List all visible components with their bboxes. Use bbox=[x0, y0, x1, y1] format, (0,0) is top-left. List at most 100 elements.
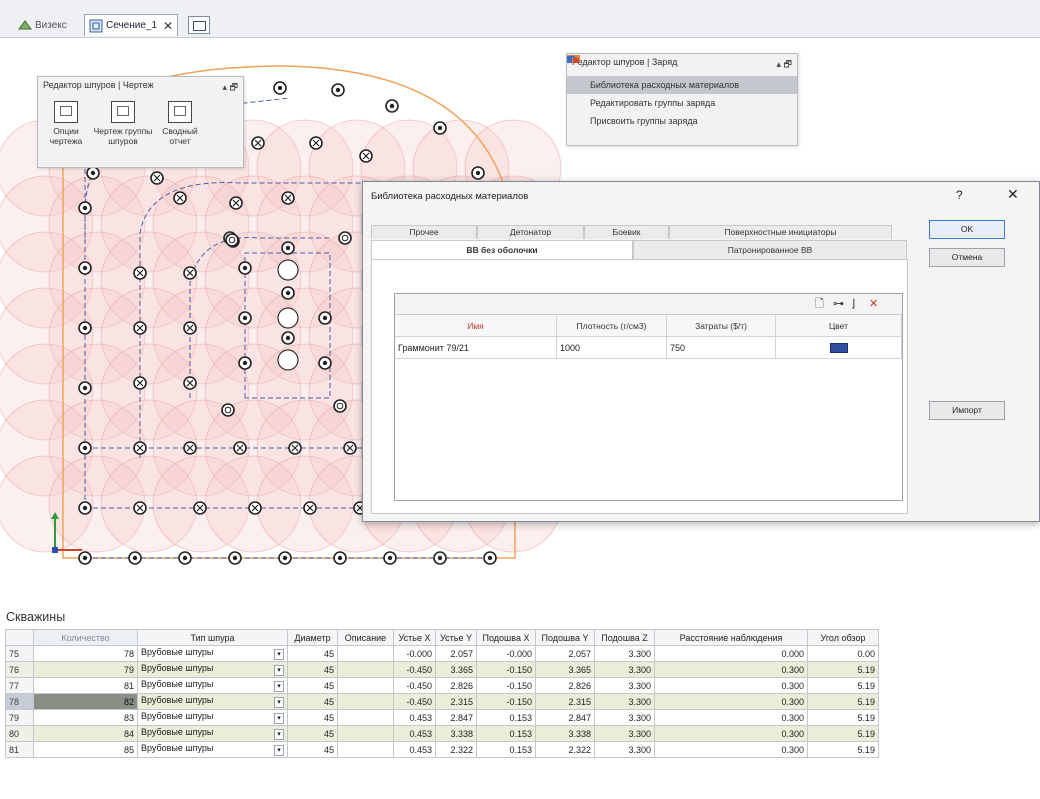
cell-collar-x[interactable]: -0.000 bbox=[393, 645, 436, 662]
import-button[interactable]: Импорт bbox=[929, 401, 1005, 420]
blast-hole[interactable] bbox=[433, 551, 447, 565]
cell-toe-x[interactable]: -0.150 bbox=[476, 693, 536, 710]
cell-count[interactable]: 85 bbox=[33, 741, 138, 758]
blast-hole[interactable] bbox=[86, 166, 100, 180]
cell-hole-type[interactable]: Врубовые шпуры ▾ bbox=[137, 661, 288, 678]
cell-diameter[interactable]: 45 bbox=[287, 709, 338, 726]
cell-hole-type[interactable]: Врубовые шпуры ▾ bbox=[137, 693, 288, 710]
insert-icon[interactable]: ⌋ bbox=[851, 298, 863, 310]
cell-hole-type[interactable]: Врубовые шпуры ▾ bbox=[137, 645, 288, 662]
table-row[interactable]: 81 85 Врубовые шпуры ▾ 45 0.453 2.322 0.153 2.32… bbox=[5, 741, 879, 758]
col-collar-y[interactable]: Устье Y bbox=[435, 629, 477, 646]
blast-hole[interactable] bbox=[471, 166, 485, 180]
table-row[interactable]: 75 78 Врубовые шпуры ▾ 45 -0.000 2.057 -0.000 2.… bbox=[5, 645, 879, 662]
blast-hole[interactable] bbox=[78, 321, 92, 335]
blast-hole[interactable] bbox=[281, 286, 295, 300]
tab-packaged-explosive[interactable]: Патронированное ВВ bbox=[633, 240, 907, 259]
drawing-options-button[interactable]: Опции чертежа bbox=[40, 99, 92, 146]
cell-toe-x[interactable]: 0.153 bbox=[476, 709, 536, 726]
blast-hole[interactable] bbox=[221, 403, 235, 417]
blast-hole[interactable] bbox=[78, 441, 92, 455]
blast-hole[interactable] bbox=[277, 349, 299, 371]
blast-hole[interactable] bbox=[331, 83, 345, 97]
blast-hole[interactable] bbox=[385, 99, 399, 113]
cell-observation-distance[interactable]: 0.300 bbox=[654, 661, 808, 678]
blast-hole[interactable] bbox=[133, 321, 147, 335]
cell-view-angle[interactable]: 0.00 bbox=[807, 645, 879, 662]
blast-hole[interactable] bbox=[193, 501, 207, 515]
blast-hole[interactable] bbox=[183, 376, 197, 390]
cell-toe-z[interactable]: 3.300 bbox=[594, 725, 655, 742]
blast-hole[interactable] bbox=[178, 551, 192, 565]
summary-report-button[interactable]: Сводный отчет bbox=[154, 99, 206, 146]
cell-view-angle[interactable]: 5.19 bbox=[807, 709, 879, 726]
blast-hole[interactable] bbox=[343, 441, 357, 455]
cell-count[interactable]: 79 bbox=[33, 661, 138, 678]
cell-diameter[interactable]: 45 bbox=[287, 693, 338, 710]
cell-observation-distance[interactable]: 0.300 bbox=[654, 677, 808, 694]
cell-collar-y[interactable]: 2.826 bbox=[435, 677, 477, 694]
cell-observation-distance[interactable]: 0.000 bbox=[654, 645, 808, 662]
cell-toe-y[interactable]: 2.315 bbox=[535, 693, 595, 710]
group-drawing-button[interactable]: Чертеж группы шпуров bbox=[92, 99, 154, 146]
blast-hole[interactable] bbox=[228, 551, 242, 565]
cell-hole-type[interactable]: Врубовые шпуры ▾ bbox=[137, 709, 288, 726]
blast-hole[interactable] bbox=[183, 321, 197, 335]
cell-toe-y[interactable]: 3.365 bbox=[535, 661, 595, 678]
blast-hole[interactable] bbox=[281, 241, 295, 255]
col-toe-y[interactable]: Подошва Y bbox=[535, 629, 595, 646]
cell-count[interactable]: 78 bbox=[33, 645, 138, 662]
cell-collar-y[interactable]: 2.057 bbox=[435, 645, 477, 662]
cell-cost[interactable]: 750 bbox=[667, 337, 776, 359]
blast-hole[interactable] bbox=[333, 399, 347, 413]
grid-row[interactable]: Граммонит 79/21 1000 750 bbox=[395, 337, 902, 359]
dropdown-arrow-icon[interactable]: ▾ bbox=[274, 745, 284, 756]
cell-toe-y[interactable]: 3.338 bbox=[535, 725, 595, 742]
table-row[interactable]: 76 79 Врубовые шпуры ▾ 45 -0.450 3.365 -0.150 3.… bbox=[5, 661, 879, 678]
cell-toe-z[interactable]: 3.300 bbox=[594, 677, 655, 694]
blast-hole[interactable] bbox=[251, 136, 265, 150]
cell-toe-x[interactable]: 0.153 bbox=[476, 741, 536, 758]
cell-observation-distance[interactable]: 0.300 bbox=[654, 725, 808, 742]
dropdown-arrow-icon[interactable]: ▾ bbox=[274, 729, 284, 740]
blast-hole[interactable] bbox=[238, 261, 252, 275]
cell-collar-x[interactable]: -0.450 bbox=[393, 661, 436, 678]
cell-view-angle[interactable]: 5.19 bbox=[807, 741, 879, 758]
cell-collar-y[interactable]: 3.338 bbox=[435, 725, 477, 742]
cell-color[interactable] bbox=[776, 337, 902, 359]
table-row[interactable]: 77 81 Врубовые шпуры ▾ 45 -0.450 2.826 -0.150 2.… bbox=[5, 677, 879, 694]
cell-diameter[interactable]: 45 bbox=[287, 645, 338, 662]
cell-diameter[interactable]: 45 bbox=[287, 725, 338, 742]
cell-toe-z[interactable]: 3.300 bbox=[594, 693, 655, 710]
cell-description[interactable] bbox=[337, 693, 394, 710]
cell-collar-y[interactable]: 2.322 bbox=[435, 741, 477, 758]
dropdown-arrow-icon[interactable]: ▾ bbox=[274, 649, 284, 660]
ok-button[interactable]: OK bbox=[929, 220, 1005, 239]
cell-toe-x[interactable]: -0.150 bbox=[476, 677, 536, 694]
blast-hole[interactable] bbox=[133, 266, 147, 280]
blast-hole[interactable] bbox=[229, 196, 243, 210]
dropdown-arrow-icon[interactable]: ▾ bbox=[274, 697, 284, 708]
cell-toe-x[interactable]: -0.150 bbox=[476, 661, 536, 678]
blast-hole[interactable] bbox=[128, 551, 142, 565]
blast-hole[interactable] bbox=[281, 191, 295, 205]
tab-surface-initiators[interactable]: Поверхностные инициаторы bbox=[669, 225, 892, 239]
col-diameter[interactable]: Диаметр bbox=[287, 629, 338, 646]
dropdown-arrow-icon[interactable]: ▾ bbox=[274, 681, 284, 692]
blast-hole[interactable] bbox=[233, 441, 247, 455]
blast-hole[interactable] bbox=[483, 551, 497, 565]
color-swatch[interactable] bbox=[829, 342, 848, 353]
cell-description[interactable] bbox=[337, 725, 394, 742]
blast-hole[interactable] bbox=[78, 201, 92, 215]
cell-count[interactable]: 82 bbox=[33, 693, 138, 710]
tab-booster[interactable]: Боевик bbox=[584, 225, 669, 239]
tab-bulk-explosive[interactable]: ВВ без оболочки bbox=[371, 240, 633, 259]
cell-collar-x[interactable]: 0.453 bbox=[393, 741, 436, 758]
tab-detonator[interactable]: Детонатор bbox=[477, 225, 584, 239]
blast-hole[interactable] bbox=[78, 261, 92, 275]
assign-charge-groups-item[interactable]: Присвоить группы заряда bbox=[567, 56, 797, 130]
blast-hole[interactable] bbox=[309, 136, 323, 150]
blast-hole[interactable] bbox=[433, 121, 447, 135]
col-name[interactable]: Имя bbox=[395, 315, 557, 337]
edit-charge-groups-item[interactable]: Редактировать группы заряда bbox=[567, 54, 797, 112]
